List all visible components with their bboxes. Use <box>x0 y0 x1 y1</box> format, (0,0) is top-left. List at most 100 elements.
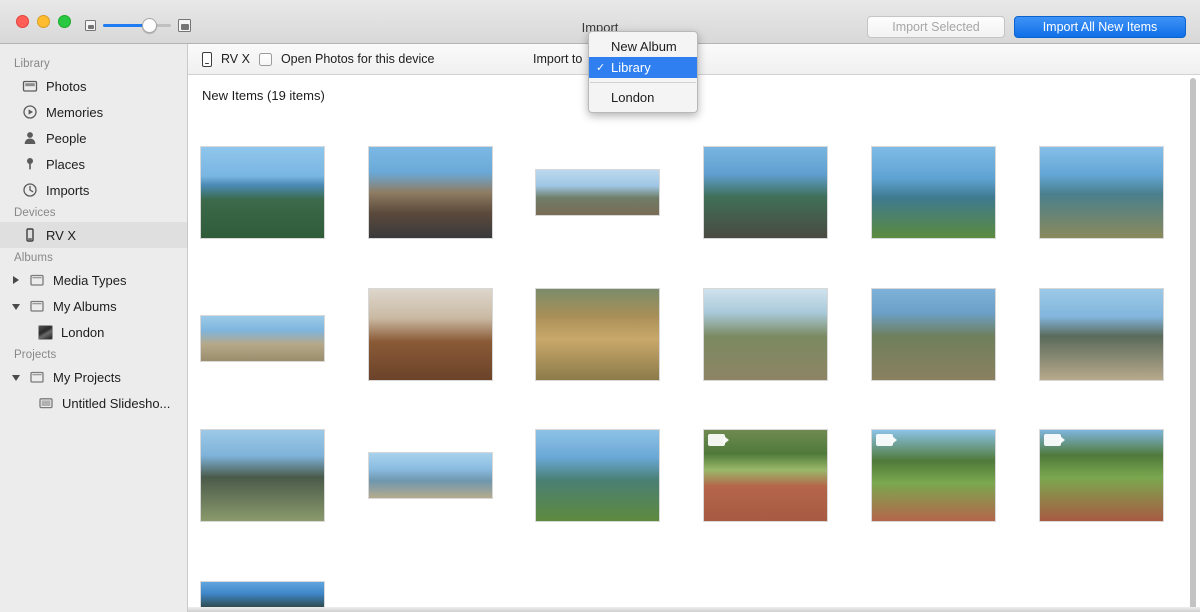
thumbnail-image <box>200 146 325 239</box>
menu-item-label: London <box>611 90 655 105</box>
sidebar-item-photos[interactable]: Photos <box>0 73 187 99</box>
photo-thumbnail[interactable] <box>871 146 996 239</box>
photo-thumbnail[interactable] <box>368 146 493 239</box>
photos-import-window: Import Import Selected Import All New It… <box>0 0 1200 612</box>
sidebar-item-places[interactable]: Places <box>0 151 187 177</box>
photos-icon <box>22 78 38 94</box>
photo-thumbnail[interactable] <box>368 288 493 381</box>
photo-thumbnail[interactable] <box>200 315 325 362</box>
photo-thumbnail[interactable] <box>1039 288 1164 381</box>
menu-item-new-album[interactable]: New Album <box>589 36 697 57</box>
video-thumbnail[interactable] <box>871 429 996 522</box>
sidebar-item-people[interactable]: People <box>0 125 187 151</box>
photo-thumbnail[interactable] <box>200 146 325 239</box>
sidebar-item-memories[interactable]: Memories <box>0 99 187 125</box>
device-phone-icon <box>202 51 212 67</box>
import-selected-button[interactable]: Import Selected <box>867 16 1005 38</box>
sidebar-item-label: People <box>46 130 87 146</box>
new-items-header: New Items (19 items) <box>202 88 325 103</box>
import-to-dropdown-menu[interactable]: New Album ✓ Library London <box>588 31 698 113</box>
sidebar-item-label: London <box>61 324 105 340</box>
thumbnail-image <box>1039 288 1164 381</box>
sidebar-item-label: Untitled Slidesho... <box>62 395 171 411</box>
photo-thumbnail[interactable] <box>703 146 828 239</box>
sidebar: Library Photos Memories People Places Im… <box>0 44 188 612</box>
imports-clock-icon <box>22 182 38 198</box>
folder-icon <box>29 369 45 385</box>
sidebar-item-label: My Projects <box>53 369 121 385</box>
checkmark-icon: ✓ <box>596 62 606 74</box>
photo-thumbnail[interactable] <box>1039 146 1164 239</box>
vertical-scrollbar[interactable] <box>1189 78 1197 612</box>
thumbnail-image <box>871 288 996 381</box>
thumbnail-image <box>368 288 493 381</box>
thumbnail-image <box>703 146 828 239</box>
sidebar-item-label: Imports <box>46 182 90 198</box>
memories-icon <box>22 104 38 120</box>
photo-grid <box>188 109 1200 612</box>
menu-item-library[interactable]: ✓ Library <box>589 57 697 78</box>
photo-thumbnail[interactable] <box>703 288 828 381</box>
thumbnail-image <box>535 288 660 381</box>
scrollbar-thumb[interactable] <box>1190 78 1196 612</box>
video-thumbnail[interactable] <box>703 429 828 522</box>
open-photos-label: Open Photos for this device <box>280 52 435 66</box>
menu-item-label: New Album <box>611 39 677 54</box>
open-photos-checkbox[interactable] <box>258 52 272 66</box>
menu-separator <box>590 82 696 83</box>
thumbnail-image <box>200 429 325 522</box>
chevron-down-icon[interactable] <box>12 373 21 382</box>
thumbnail-image <box>368 146 493 239</box>
thumbnail-image <box>871 146 996 239</box>
device-name-label: RV X <box>221 52 250 66</box>
sidebar-item-label: RV X <box>46 227 77 243</box>
sidebar-item-label: My Albums <box>53 298 117 314</box>
sidebar-item-rv-x[interactable]: RV X <box>0 222 187 248</box>
thumbnail-image <box>200 315 325 362</box>
sidebar-item-my-projects[interactable]: My Projects <box>0 364 187 390</box>
sidebar-section-projects: Projects <box>14 349 57 361</box>
folder-icon <box>29 298 45 314</box>
places-pin-icon <box>22 156 38 172</box>
chevron-right-icon[interactable] <box>12 275 21 285</box>
folder-icon <box>29 272 45 288</box>
main-content: RV X Open Photos for this device Import … <box>188 44 1200 612</box>
photo-thumbnail[interactable] <box>368 452 493 499</box>
menu-item-label: Library <box>611 60 651 75</box>
thumbnail-image <box>703 288 828 381</box>
menu-item-london[interactable]: London <box>589 87 697 108</box>
import-all-new-items-button[interactable]: Import All New Items <box>1014 16 1186 38</box>
people-icon <box>22 130 38 146</box>
thumbnail-image <box>1039 146 1164 239</box>
sidebar-section-albums: Albums <box>14 252 53 264</box>
sidebar-section-library: Library <box>14 58 50 70</box>
thumbnail-image <box>535 169 660 216</box>
chevron-down-icon[interactable] <box>12 302 21 311</box>
photo-thumbnail[interactable] <box>535 429 660 522</box>
sidebar-item-imports[interactable]: Imports <box>0 177 187 203</box>
slideshow-icon <box>38 395 54 411</box>
video-thumbnail[interactable] <box>1039 429 1164 522</box>
video-camera-icon <box>708 434 729 446</box>
video-camera-icon <box>876 434 897 446</box>
sidebar-item-london[interactable]: London <box>0 319 187 345</box>
sidebar-item-untitled-slideshow[interactable]: Untitled Slidesho... <box>0 390 187 416</box>
device-phone-icon <box>22 227 38 243</box>
photo-thumbnail[interactable] <box>871 288 996 381</box>
sidebar-section-devices: Devices <box>14 207 56 219</box>
import-to-label: Import to <box>533 52 583 66</box>
sidebar-item-my-albums[interactable]: My Albums <box>0 293 187 319</box>
photo-thumbnail[interactable] <box>200 429 325 522</box>
video-camera-icon <box>1044 434 1065 446</box>
window-bottom-edge <box>188 607 1200 612</box>
album-thumbnail-icon <box>38 324 53 340</box>
photo-thumbnail[interactable] <box>535 169 660 216</box>
thumbnail-image <box>368 452 493 499</box>
sidebar-item-label: Media Types <box>53 272 127 288</box>
photo-thumbnail[interactable] <box>535 288 660 381</box>
sidebar-item-media-types[interactable]: Media Types <box>0 267 187 293</box>
sidebar-item-label: Memories <box>46 104 104 120</box>
sidebar-item-label: Photos <box>46 78 87 94</box>
thumbnail-image <box>535 429 660 522</box>
sidebar-item-label: Places <box>46 156 86 172</box>
